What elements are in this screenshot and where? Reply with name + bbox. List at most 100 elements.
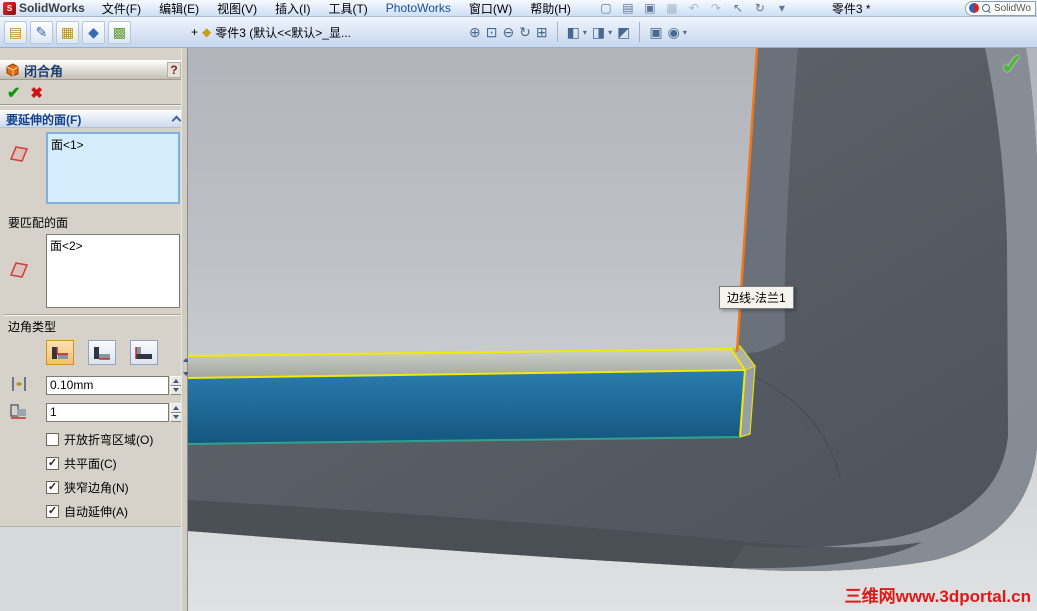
sheet-metal-icon[interactable]: ▤ [4,20,27,44]
print-icon[interactable]: ▦ [664,1,680,15]
faces-to-extend-label: 要延伸的面(F) [6,112,82,127]
menu-edit[interactable]: 编辑(E) [150,0,208,17]
checkbox-auto-extend[interactable]: ✓ 自动延伸(A) [46,504,128,519]
underlap-corner-icon [135,346,152,359]
faces-to-extend-header[interactable]: 要延伸的面(F) [0,110,186,128]
corner-type-butt-button[interactable] [46,340,74,365]
tree-expand-toggle[interactable]: + [191,25,198,39]
menu-tools[interactable]: 工具(T) [319,0,376,17]
gap-distance-icon [12,377,26,391]
checkbox-box[interactable]: ✓ [46,481,59,494]
model-view [188,48,1037,572]
move-icon[interactable]: ◆ [82,20,105,44]
gap-distance-field: 0.10mm [46,376,182,395]
document-title: 零件3 * [831,1,871,16]
corner-type-underlap-button[interactable] [130,340,158,365]
checkbox-box[interactable]: ✓ [46,457,59,470]
menu-help[interactable]: 帮助(H) [521,0,580,17]
checkbox-coplanar[interactable]: ✓ 共平面(C) [46,456,117,471]
render-icon[interactable]: ◉ [668,24,680,41]
face-select-icon [9,146,29,162]
overlap-ratio-field: 1 [46,403,182,422]
overlap-ratio-input[interactable]: 1 [46,403,169,422]
edge-tooltip: 边线-法兰1 [719,286,794,309]
butt-corner-icon [52,346,68,359]
graphics-area[interactable]: 边线-法兰1 ✓ 三维网www.3dportal.cn [188,48,1037,611]
rebuild-icon[interactable]: ↻ [752,1,768,15]
feature-tree-breadcrumb[interactable]: + ◆ 零件3 (默认<<默认>_显... [191,24,351,41]
dropdown-caret-icon[interactable]: ▾ [583,28,587,37]
help-button[interactable]: ? [167,62,181,78]
watermark: 三维网www.3dportal.cn [844,587,1031,606]
checkbox-label: 狭窄边角(N) [64,481,129,495]
face-item[interactable]: 面<1> [51,136,175,153]
app-name: SolidWorks [19,1,85,15]
camera-icon[interactable]: ▣ [649,24,662,41]
zoom-fit-icon[interactable]: ⊕ [469,24,481,41]
closed-corner-icon [6,63,19,77]
panel-splitter[interactable] [181,48,189,611]
corner-type-label: 边角类型 [8,320,57,334]
redo-icon[interactable]: ↷ [708,1,724,15]
checkbox-box[interactable] [46,433,59,446]
view-toolbar: ⊕ ⊡ ⊖ ↻ ⊞ ◧ ▾ ◨ ▾ ◩ ▣ ◉ ▾ [469,22,687,42]
menu-file[interactable]: 文件(F) [93,0,150,17]
rotate-view-icon[interactable]: ↻ [519,24,531,41]
overlap-corner-icon [94,346,110,360]
checkbox-open-bend-region[interactable]: 开放折弯区域(O) [46,432,153,447]
faces-to-match-label: 要匹配的面 [8,216,69,230]
search-input[interactable]: SolidWo [994,3,1031,14]
corner-type-overlap-button[interactable] [88,340,116,365]
view-orientation-icon[interactable]: ◧ [567,24,580,41]
options-icon[interactable]: ▾ [774,1,790,15]
open-icon[interactable]: ▤ [620,1,636,15]
pattern-icon[interactable]: ▩ [108,20,131,44]
menu-insert[interactable]: 插入(I) [266,0,319,17]
select-icon[interactable]: ↖ [730,1,746,15]
part-icon: ◆ [202,25,212,39]
menu-bar: S SolidWorks 文件(F) 编辑(E) 视图(V) 插入(I) 工具(… [0,0,1037,17]
cancel-button[interactable]: ✖ [30,84,43,102]
faces-to-match-listbox[interactable]: 面<2> [46,234,180,308]
menu-view[interactable]: 视图(V) [208,0,266,17]
faces-to-extend-listbox[interactable]: 面<1> [46,132,180,204]
menu-photoworks[interactable]: PhotoWorks [377,1,460,15]
ok-button[interactable]: ✔ [7,83,20,103]
features-icon[interactable]: ▦ [56,20,79,44]
dropdown-caret-icon[interactable]: ▾ [683,28,687,37]
toolbar-separator [556,22,558,42]
checkbox-box[interactable]: ✓ [46,505,59,518]
checkbox-label: 共平面(C) [64,457,117,471]
undo-icon[interactable]: ↶ [686,1,702,15]
selected-face-blue[interactable] [188,370,745,444]
section-divider [4,314,182,316]
face-select-icon [9,262,29,278]
pan-icon[interactable]: ⊞ [536,24,548,41]
part-body-face[interactable] [188,48,1037,572]
sketch-icon[interactable]: ✎ [30,20,53,44]
section-view-icon[interactable]: ◩ [617,24,630,41]
gap-distance-input[interactable]: 0.10mm [46,376,169,395]
secondary-toolbar: ▤ ✎ ▦ ◆ ▩ + ◆ 零件3 (默认<<默认>_显... ⊕ ⊡ ⊖ ↻ … [0,17,1037,48]
overlap-ratio-icon [10,404,26,419]
dropdown-caret-icon[interactable]: ▾ [608,28,612,37]
face-item[interactable]: 面<2> [50,237,176,254]
search-icon [981,3,991,13]
solidworks-logo-icon: S [3,1,16,15]
checkbox-label: 自动延伸(A) [64,505,128,519]
search-box[interactable]: SolidWo [964,0,1036,16]
panel-empty-area [0,526,186,611]
checkbox-narrow-corner[interactable]: ✓ 狭窄边角(N) [46,480,129,495]
zoom-in-out-icon[interactable]: ⊖ [502,24,514,41]
confirm-corner-check-icon[interactable]: ✓ [1000,48,1023,81]
search-logo-icon [968,3,979,13]
collapse-chevron-icon[interactable] [171,115,182,126]
property-manager-header: 闭合角 ? [0,60,186,80]
display-style-icon[interactable]: ◨ [592,24,605,41]
panel-title: 闭合角 [24,63,64,79]
standard-toolbar: ▢ ▤ ▣ ▦ ↶ ↷ ↖ ↻ ▾ [598,1,790,15]
menu-window[interactable]: 窗口(W) [460,0,521,17]
zoom-area-icon[interactable]: ⊡ [486,24,498,41]
save-icon[interactable]: ▣ [642,1,658,15]
new-document-icon[interactable]: ▢ [598,1,614,15]
